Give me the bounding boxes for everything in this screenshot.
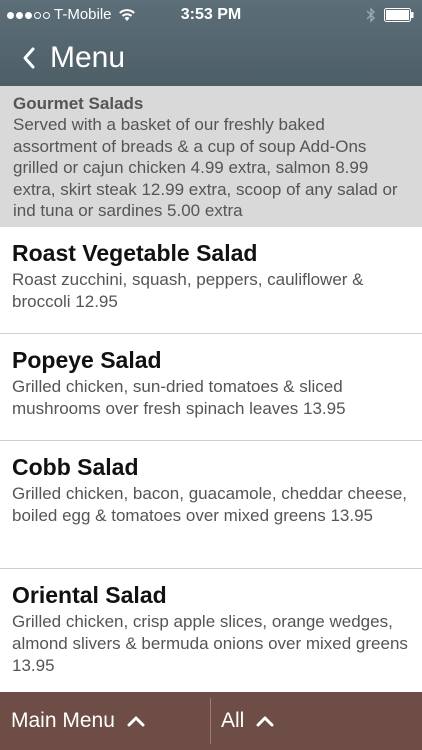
item-description: Grilled chicken, bacon, guacamole, chedd…	[12, 484, 408, 525]
section-header: Gourmet Salads Served with a basket of o…	[0, 86, 422, 227]
status-time: 3:53 PM	[180, 6, 242, 23]
menu-item-list: Roast Vegetable Salad Roast zucchini, sq…	[0, 227, 422, 693]
chevron-up-icon	[256, 716, 274, 727]
nav-bar: Menu	[0, 30, 422, 86]
item-description: Grilled chicken, sun-dried tomatoes & sl…	[12, 377, 346, 418]
section-description: Served with a basket of our freshly bake…	[13, 115, 398, 220]
all-filter-button[interactable]: All	[211, 692, 274, 750]
app-header: T-Mobile 3:53 PM Menu	[0, 0, 422, 86]
item-name: Popeye Salad	[12, 347, 162, 373]
page-title: Menu	[50, 41, 126, 74]
section-title: Gourmet Salads	[13, 94, 144, 113]
status-bar: T-Mobile 3:53 PM	[0, 0, 422, 30]
menu-item-popeye-salad[interactable]: Popeye Salad Grilled chicken, sun-dried …	[0, 334, 422, 441]
item-description: Grilled chicken, crisp apple slices, ora…	[12, 612, 408, 675]
back-button[interactable]: Menu	[0, 30, 125, 86]
item-name: Roast Vegetable Salad	[12, 240, 258, 266]
menu-item-cobb-salad[interactable]: Cobb Salad Grilled chicken, bacon, guaca…	[0, 441, 422, 569]
main-menu-button[interactable]: Main Menu	[0, 692, 210, 750]
chevron-up-icon	[127, 716, 145, 727]
chevron-left-icon	[23, 47, 35, 69]
menu-item-roast-vegetable-salad[interactable]: Roast Vegetable Salad Roast zucchini, sq…	[0, 227, 422, 334]
item-name: Oriental Salad	[12, 582, 167, 608]
main-menu-label: Main Menu	[11, 709, 115, 732]
bluetooth-icon	[366, 7, 375, 23]
bottom-toolbar: Main Menu All	[0, 692, 422, 750]
menu-item-oriental-salad[interactable]: Oriental Salad Grilled chicken, crisp ap…	[0, 569, 422, 693]
all-label: All	[221, 709, 245, 732]
status-right	[366, 0, 414, 30]
item-name: Cobb Salad	[12, 454, 139, 480]
battery-icon	[384, 8, 414, 22]
item-description: Roast zucchini, squash, peppers, caulifl…	[12, 270, 364, 311]
